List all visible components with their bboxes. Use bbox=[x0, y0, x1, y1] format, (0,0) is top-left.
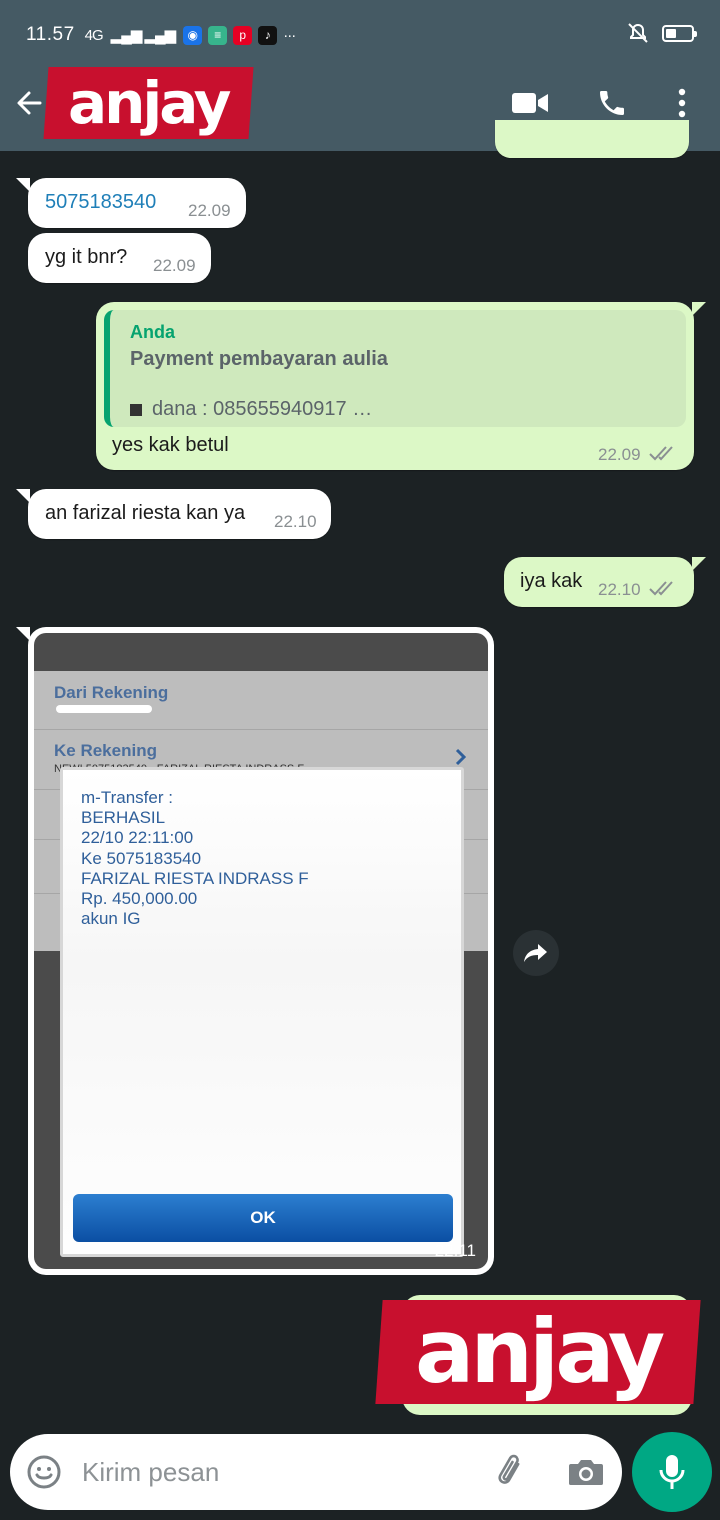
double-check-icon bbox=[649, 446, 673, 461]
phone-icon bbox=[600, 91, 624, 115]
outgoing-message[interactable]: Anda Payment pembayaran aulia dana : 085… bbox=[96, 302, 706, 470]
dialog-line: akun IG bbox=[81, 909, 141, 929]
dialog-line: BERHASIL bbox=[81, 808, 166, 828]
more-notifications-icon: ··· bbox=[283, 26, 296, 44]
message-composer bbox=[10, 1434, 622, 1510]
voice-record-button[interactable] bbox=[632, 1432, 712, 1512]
back-arrow-icon[interactable] bbox=[12, 83, 46, 123]
more-vert-icon bbox=[678, 88, 686, 118]
message-time: 22.09 bbox=[598, 445, 641, 464]
message-text: yes kak betul bbox=[112, 434, 229, 456]
double-check-icon bbox=[649, 581, 673, 596]
sticker-message[interactable]: anjay bbox=[375, 1300, 701, 1404]
quote-subtitle-text: dana : 085655940917 … bbox=[152, 398, 373, 420]
dialog-line: Ke 5075183540 bbox=[81, 848, 202, 868]
tiktok-icon: ♪ bbox=[258, 25, 278, 45]
forward-button[interactable] bbox=[513, 930, 559, 976]
app-notification-icon: ≡ bbox=[208, 25, 228, 45]
incoming-message[interactable]: 5075183540 22.09 bbox=[16, 178, 246, 228]
outgoing-message[interactable]: iya kak 22.10 bbox=[504, 557, 706, 607]
attach-button[interactable] bbox=[492, 1452, 532, 1492]
message-text[interactable]: 5075183540 bbox=[45, 191, 156, 214]
incoming-message[interactable]: an farizal riesta kan ya 22.10 bbox=[16, 489, 331, 539]
dialog-ok-button: OK bbox=[73, 1194, 453, 1242]
bubble-tail bbox=[16, 178, 30, 192]
quote-author: Anda bbox=[130, 322, 175, 342]
signal-icon: ▂▄▆ ▂▄▆ bbox=[110, 27, 177, 44]
message-text: yg it bnr? bbox=[45, 246, 128, 268]
sticker-text: anjay bbox=[414, 1300, 662, 1403]
transfer-result-dialog: m-Transfer : BERHASIL 22/10 22:11:00 Ke … bbox=[60, 767, 464, 1257]
mic-icon bbox=[659, 1455, 685, 1489]
emoji-button[interactable] bbox=[24, 1452, 64, 1492]
emoji-icon bbox=[27, 1455, 61, 1489]
message-time: 22.09 bbox=[188, 201, 231, 220]
message-input[interactable] bbox=[82, 1434, 472, 1510]
to-account-label: Ke Rekening bbox=[54, 741, 157, 760]
dialog-line: 22/10 22:11:00 bbox=[81, 828, 194, 848]
video-call-button[interactable] bbox=[508, 81, 552, 125]
more-options-button[interactable] bbox=[660, 81, 704, 125]
from-account-label: Dari Rekening bbox=[54, 683, 169, 702]
incoming-message[interactable]: yg it bnr? 22.09 bbox=[28, 233, 211, 283]
bubble-tail bbox=[692, 302, 706, 316]
quote-subtitle: dana : 085655940917 … bbox=[130, 398, 372, 421]
message-time: 22.10 bbox=[598, 580, 641, 599]
bubble-tail bbox=[692, 557, 706, 571]
redacted-mark bbox=[56, 705, 152, 713]
attach-icon bbox=[498, 1454, 520, 1484]
document-icon bbox=[130, 403, 142, 416]
message-text: iya kak bbox=[520, 570, 583, 592]
chevron-right-icon bbox=[455, 748, 467, 766]
app-notification-icon: ◉ bbox=[183, 25, 203, 45]
silent-mode-icon bbox=[628, 23, 648, 43]
camera-icon bbox=[569, 1460, 603, 1485]
divider bbox=[34, 729, 488, 730]
quote-title: Payment pembayaran aulia bbox=[130, 348, 388, 370]
contact-avatar-logo[interactable]: anjay bbox=[43, 67, 254, 139]
dialog-line: m-Transfer : bbox=[81, 788, 173, 807]
message-text: an farizal riesta kan ya bbox=[45, 502, 246, 524]
dialog-line: Rp. 450,000.00 bbox=[81, 889, 198, 909]
video-call-icon bbox=[512, 93, 548, 113]
pinterest-icon: p bbox=[233, 25, 253, 45]
partial-message-bubble bbox=[495, 120, 689, 158]
logo-text: anjay bbox=[68, 69, 229, 137]
network-label: 4G bbox=[84, 26, 104, 44]
forward-icon bbox=[524, 944, 547, 962]
message-time: 22.11 bbox=[434, 1241, 476, 1260]
bubble-tail bbox=[16, 489, 30, 503]
camera-button[interactable] bbox=[566, 1452, 606, 1492]
battery-icon bbox=[662, 24, 697, 42]
image-message[interactable]: Dari Rekening Ke Rekening NEW! 507518354… bbox=[16, 627, 494, 1275]
bubble-tail bbox=[16, 627, 30, 641]
message-time: 22.09 bbox=[153, 256, 196, 275]
transfer-screenshot-image[interactable]: Dari Rekening Ke Rekening NEW! 507518354… bbox=[34, 633, 488, 1269]
dialog-text: m-Transfer : BERHASIL 22/10 22:11:00 Ke … bbox=[81, 788, 309, 929]
dialog-line: FARIZAL RIESTA INDRASS F bbox=[81, 868, 309, 888]
voice-call-button[interactable] bbox=[590, 81, 634, 125]
status-time: 11.57 bbox=[26, 24, 75, 45]
message-time: 22.10 bbox=[274, 512, 317, 531]
quoted-reply[interactable]: Anda Payment pembayaran aulia dana : 085… bbox=[104, 310, 686, 427]
